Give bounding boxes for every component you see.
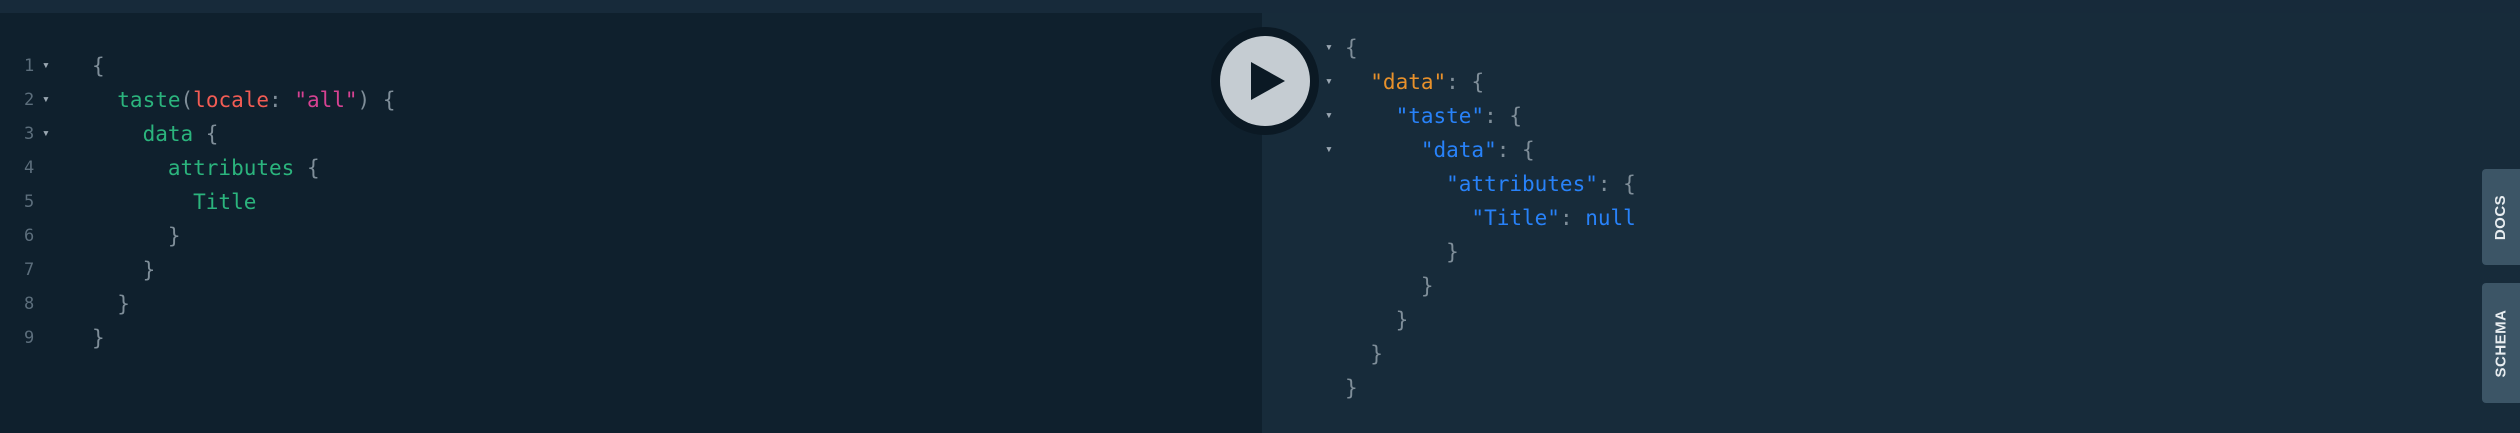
fold-icon[interactable]: ▾	[1325, 133, 1333, 167]
line-number: 1	[24, 56, 35, 76]
schema-tab[interactable]: SCHEMA	[2482, 283, 2520, 403]
result-line: }	[1345, 303, 1409, 337]
result-line: }	[1345, 371, 1358, 405]
fold-icon[interactable]: ▾	[1325, 99, 1333, 133]
execute-button-ring	[1211, 27, 1319, 135]
result-line: }	[1345, 337, 1383, 371]
query-editor[interactable]: 1 ▾ 2 ▾ 3 ▾ 4 5 6 7 8 9 { taste(locale: …	[0, 13, 1262, 433]
code-token: Title	[92, 190, 257, 214]
result-line: "data": {	[1345, 133, 1535, 167]
code-token: (	[180, 88, 194, 112]
result-line: "attributes": {	[1345, 167, 1636, 201]
code-token: }	[1345, 308, 1409, 332]
code-line: }	[92, 321, 105, 355]
code-line: }	[92, 287, 130, 321]
code-token: : {	[1484, 104, 1523, 128]
code-token: }	[1345, 240, 1459, 264]
fold-icon[interactable]: ▾	[42, 117, 50, 151]
code-token: data	[92, 122, 194, 146]
code-token: ) {	[357, 88, 396, 112]
code-token: "all"	[294, 88, 358, 112]
result-line: "Title": null	[1345, 201, 1636, 235]
code-token: {	[1345, 36, 1358, 60]
code-line: }	[92, 253, 156, 287]
code-token: }	[1345, 274, 1434, 298]
code-token: }	[92, 292, 130, 316]
result-line: {	[1345, 31, 1358, 65]
fold-icon[interactable]: ▾	[1325, 31, 1333, 65]
line-number: 4	[24, 158, 35, 178]
docs-tab-label: DOCS	[2492, 194, 2510, 240]
code-token: attributes	[92, 156, 295, 180]
code-token: "data"	[1345, 138, 1497, 162]
code-token: taste	[92, 88, 181, 112]
code-token: : {	[1597, 172, 1636, 196]
line-number: 5	[24, 192, 35, 212]
code-token: : {	[1496, 138, 1535, 162]
schema-tab-label: SCHEMA	[2492, 308, 2510, 378]
code-line: attributes {	[92, 151, 320, 185]
code-line: taste(locale: "all") {	[92, 83, 395, 117]
code-token: }	[92, 326, 105, 350]
code-token: {	[92, 54, 105, 78]
code-token: }	[92, 224, 181, 248]
docs-tab[interactable]: DOCS	[2482, 169, 2520, 265]
line-number: 7	[24, 260, 35, 280]
play-icon	[1251, 62, 1285, 100]
code-token: }	[92, 258, 156, 282]
code-token: }	[1345, 376, 1358, 400]
code-token: "taste"	[1345, 104, 1485, 128]
code-line: {	[92, 49, 105, 83]
code-line: data {	[92, 117, 219, 151]
code-token: locale	[193, 88, 270, 112]
line-number: 3	[24, 124, 35, 144]
code-token: {	[294, 156, 320, 180]
result-line: }	[1345, 269, 1434, 303]
line-number: 8	[24, 294, 35, 314]
fold-icon[interactable]: ▾	[42, 49, 50, 83]
code-token: }	[1345, 342, 1383, 366]
fold-icon[interactable]: ▾	[1325, 65, 1333, 99]
top-bar	[0, 0, 2520, 13]
line-number: 2	[24, 90, 35, 110]
fold-icon[interactable]: ▾	[42, 83, 50, 117]
code-token: "attributes"	[1345, 172, 1598, 196]
code-token: {	[193, 122, 219, 146]
code-line: }	[92, 219, 181, 253]
code-token: : {	[1446, 70, 1485, 94]
result-line: }	[1345, 235, 1459, 269]
line-number: 9	[24, 328, 35, 348]
code-token: :	[269, 88, 295, 112]
execute-query-button[interactable]	[1220, 36, 1310, 126]
result-line: "data": {	[1345, 65, 1484, 99]
code-token: :	[1559, 206, 1586, 230]
code-token: null	[1585, 206, 1636, 230]
code-token: "data"	[1345, 70, 1447, 94]
code-token: "Title"	[1345, 206, 1560, 230]
code-line: Title	[92, 185, 256, 219]
result-line: "taste": {	[1345, 99, 1522, 133]
line-number: 6	[24, 226, 35, 246]
